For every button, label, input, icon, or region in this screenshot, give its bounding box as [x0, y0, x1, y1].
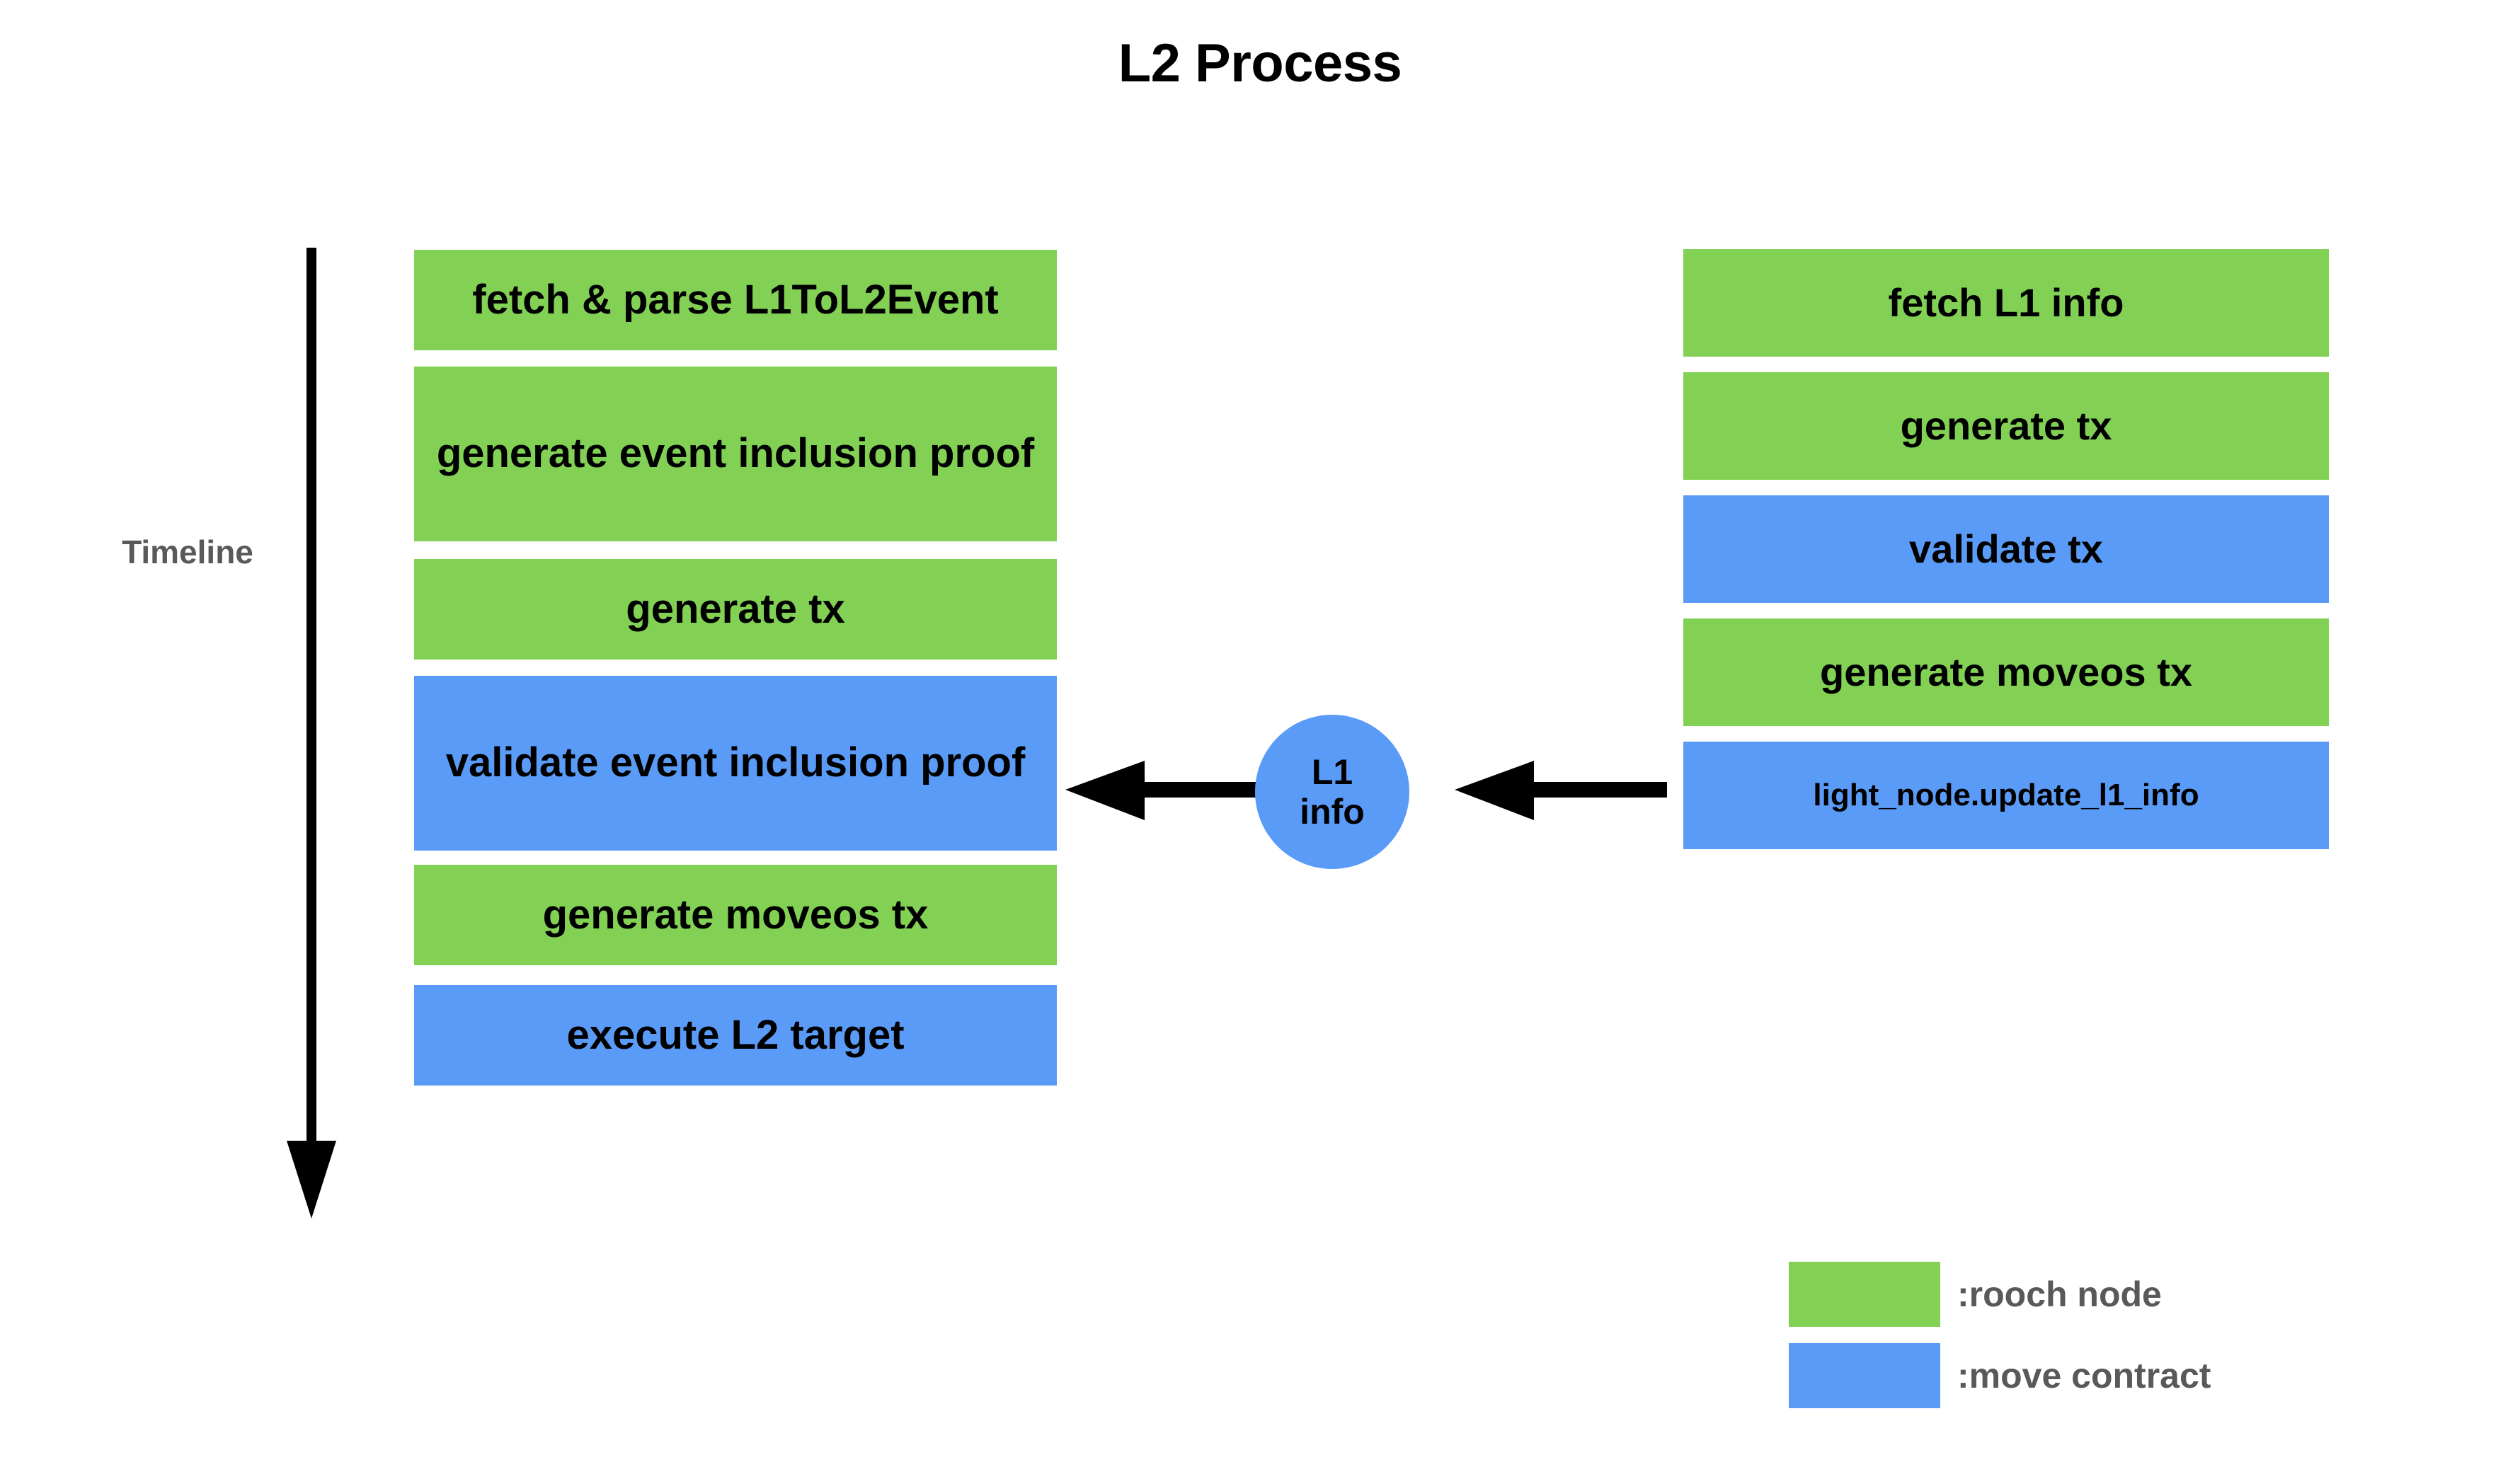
process-box-generate-moveos-tx[interactable]: generate moveos tx: [1683, 618, 2329, 726]
process-box-label: fetch & parse L1ToL2Event: [472, 276, 999, 323]
process-box-label: validate tx: [1909, 526, 2103, 571]
process-box-label: generate moveos tx: [542, 891, 929, 938]
legend-item-move-contract: :move contract: [1789, 1343, 2426, 1408]
timeline-arrow-icon: [287, 248, 336, 1219]
diagram-canvas: L2 Process Timeline fetch & parse L1ToL2…: [0, 0, 2520, 1462]
process-box-validate-event-inclusion-proof[interactable]: validate event inclusion proof: [414, 676, 1057, 851]
process-box-label: generate moveos tx: [1820, 649, 2192, 694]
process-box-fetch-l1-info[interactable]: fetch L1 info: [1683, 249, 2329, 357]
l1-info-node-line1: L1: [1311, 752, 1353, 792]
process-box-label: light_node.update_l1_info: [1813, 778, 2199, 813]
process-box-label: fetch L1 info: [1888, 280, 2124, 325]
process-box-generate-tx[interactable]: generate tx: [1683, 372, 2329, 480]
page-title: L2 Process: [1118, 33, 1402, 93]
process-box-generate-tx[interactable]: generate tx: [414, 559, 1057, 660]
legend: :rooch node :move contract: [1789, 1262, 2426, 1424]
l1-info-node[interactable]: L1 info: [1255, 715, 1409, 869]
l1-info-node-line2: info: [1300, 792, 1365, 831]
legend-item-rooch-node: :rooch node: [1789, 1262, 2426, 1327]
process-box-execute-l2-target[interactable]: execute L2 target: [414, 985, 1057, 1086]
connector-l1info-to-left-arrow-icon: [1065, 761, 1271, 820]
process-box-label: generate event inclusion proof: [436, 430, 1035, 477]
legend-swatch-icon: [1789, 1343, 1940, 1408]
process-box-label: generate tx: [1900, 403, 2112, 448]
legend-label: :rooch node: [1957, 1274, 2162, 1314]
process-box-generate-event-inclusion-proof[interactable]: generate event inclusion proof: [414, 367, 1057, 541]
process-box-generate-moveos-tx[interactable]: generate moveos tx: [414, 865, 1057, 965]
process-box-light-node-update-l1-info[interactable]: light_node.update_l1_info: [1683, 742, 2329, 849]
legend-label: :move contract: [1957, 1356, 2211, 1395]
legend-swatch-icon: [1789, 1262, 1940, 1327]
process-box-fetch-parse-l1tol2event[interactable]: fetch & parse L1ToL2Event: [414, 250, 1057, 350]
process-box-label: execute L2 target: [566, 1011, 905, 1058]
process-box-label: validate event inclusion proof: [445, 739, 1026, 786]
timeline-label: Timeline: [122, 534, 253, 570]
process-box-label: generate tx: [626, 585, 845, 632]
connector-right-to-l1info-arrow-icon: [1455, 761, 1667, 820]
process-box-validate-tx[interactable]: validate tx: [1683, 495, 2329, 603]
